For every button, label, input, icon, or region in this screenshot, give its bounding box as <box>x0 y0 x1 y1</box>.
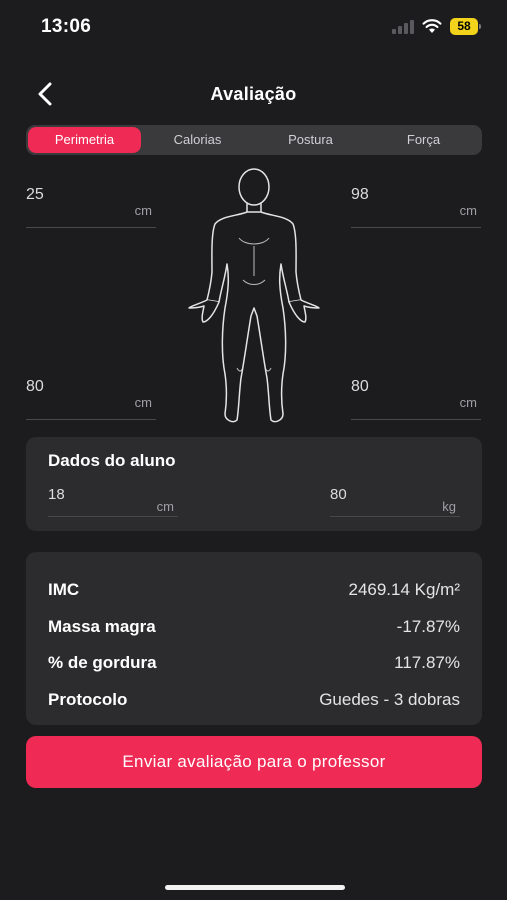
measure-value: 25 <box>26 186 44 203</box>
battery-icon: 58 <box>450 18 482 35</box>
measure-value: 80 <box>26 378 44 395</box>
cellular-signal-icon <box>392 20 416 34</box>
measure-unit: cm <box>459 395 477 410</box>
measure-value: 18 <box>48 486 65 503</box>
measure-unit: cm <box>156 499 174 514</box>
measure-field-top-left[interactable]: 25 cm <box>26 186 156 231</box>
result-row-protocolo: Protocolo Guedes - 3 dobras <box>48 690 460 714</box>
measure-field-bottom-right[interactable]: 80 cm <box>351 378 481 423</box>
home-indicator[interactable] <box>165 885 345 890</box>
result-row-gordura: % de gordura 117.87% <box>48 653 460 677</box>
measure-value: 80 <box>330 486 347 503</box>
result-label: % de gordura <box>48 653 157 672</box>
student-height-field[interactable]: 18 cm <box>48 486 178 518</box>
tab-calorias[interactable]: Calorias <box>141 127 254 153</box>
result-value: Guedes - 3 dobras <box>319 690 460 709</box>
result-label: IMC <box>48 580 80 599</box>
measure-unit: cm <box>134 203 152 218</box>
result-label: Massa magra <box>48 617 156 636</box>
card-title: Dados do aluno <box>48 451 176 470</box>
tab-perimetria[interactable]: Perimetria <box>28 127 141 153</box>
result-value: 2469.14 Kg/m² <box>348 580 460 599</box>
measure-unit: cm <box>459 203 477 218</box>
result-row-imc: IMC 2469.14 Kg/m² <box>48 580 460 604</box>
body-figure-icon <box>188 168 320 423</box>
send-evaluation-button[interactable]: Enviar avaliação para o professor <box>26 736 482 788</box>
measure-value: 80 <box>351 378 369 395</box>
results-card: IMC 2469.14 Kg/m² Massa magra -17.87% % … <box>26 552 482 725</box>
tab-postura[interactable]: Postura <box>254 127 367 153</box>
result-value: 117.87% <box>394 653 460 672</box>
wifi-icon <box>422 19 442 33</box>
result-row-massa-magra: Massa magra -17.87% <box>48 617 460 641</box>
nav-bar: Avaliação <box>0 70 507 116</box>
status-bar: 13:06 58 <box>0 0 507 54</box>
measure-unit: cm <box>134 395 152 410</box>
status-time: 13:06 <box>41 16 92 37</box>
student-weight-field[interactable]: 80 kg <box>330 486 460 518</box>
battery-level: 58 <box>450 18 478 35</box>
student-data-card: Dados do aluno 18 cm 80 kg <box>26 437 482 531</box>
measure-value: 98 <box>351 186 369 203</box>
result-label: Protocolo <box>48 690 128 709</box>
result-value: -17.87% <box>396 617 460 636</box>
segment-tabs: Perimetria Calorias Postura Força <box>26 125 482 155</box>
tab-forca[interactable]: Força <box>367 127 480 153</box>
measure-field-top-right[interactable]: 98 cm <box>351 186 481 231</box>
page-title: Avaliação <box>210 84 297 104</box>
measure-unit: kg <box>442 499 456 514</box>
measure-field-bottom-left[interactable]: 80 cm <box>26 378 156 423</box>
